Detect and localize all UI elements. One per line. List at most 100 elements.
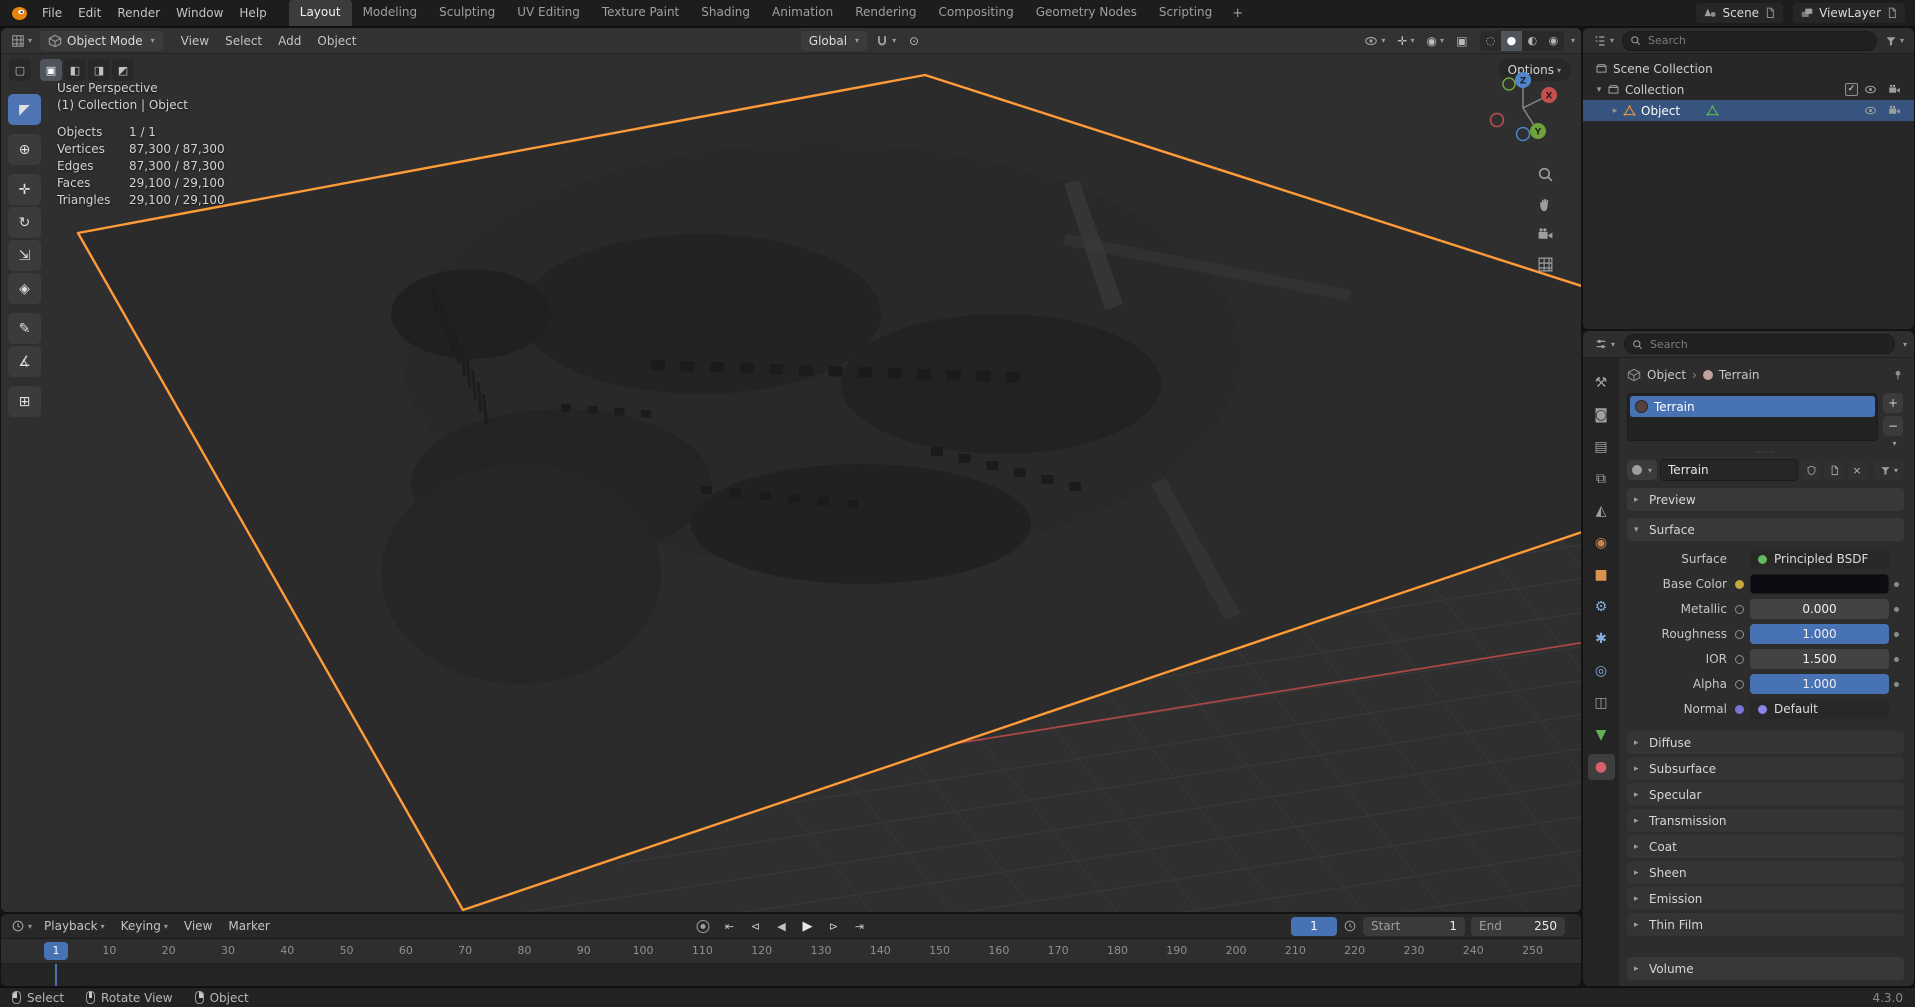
disable-render-camera-icon[interactable] xyxy=(1888,104,1901,117)
toggle-orthographic-icon[interactable] xyxy=(1537,256,1554,273)
proportional-editing-toggle[interactable]: ⊙ xyxy=(904,31,924,51)
timeline-menu-marker[interactable]: Marker xyxy=(220,919,277,933)
workspace-tab-shading[interactable]: Shading xyxy=(690,0,761,26)
outliner-search[interactable] xyxy=(1622,31,1877,51)
panel-emission[interactable]: ▸Emission xyxy=(1627,887,1904,910)
rotate-tool[interactable]: ↻ xyxy=(8,207,41,238)
pan-hand-icon[interactable] xyxy=(1537,196,1554,213)
panel-subsurface[interactable]: ▸Subsurface xyxy=(1627,757,1904,780)
chevron-down-icon[interactable]: ▾ xyxy=(1903,340,1907,349)
workspace-tab-rendering[interactable]: Rendering xyxy=(844,0,927,26)
axis-minus-z-handle[interactable] xyxy=(1517,128,1530,141)
fake-user-button[interactable] xyxy=(1801,460,1821,480)
remove-material-slot-button[interactable]: − xyxy=(1883,416,1903,436)
object-type-visibility-menu[interactable]: ▾ xyxy=(1360,32,1389,50)
select-mode-extend-button[interactable]: ◧ xyxy=(64,59,86,81)
frame-start-field[interactable]: Start 1 xyxy=(1363,917,1465,936)
viewport-menu-select[interactable]: Select xyxy=(217,34,270,48)
animate-decorator-icon[interactable] xyxy=(1889,657,1904,662)
animate-decorator-icon[interactable] xyxy=(1889,607,1904,612)
frame-end-field[interactable]: End 250 xyxy=(1471,917,1565,936)
workspace-tab-sculpting[interactable]: Sculpting xyxy=(428,0,506,26)
menu-edit[interactable]: Edit xyxy=(70,0,109,26)
select-mode-invert-button[interactable]: ◩ xyxy=(112,59,134,81)
editor-type-button[interactable]: ▾ xyxy=(1590,335,1619,353)
panel-surface[interactable]: ▾ Surface xyxy=(1627,518,1904,541)
viewport-menu-object[interactable]: Object xyxy=(309,34,364,48)
panel-diffuse[interactable]: ▸Diffuse xyxy=(1627,731,1904,754)
pin-icon[interactable] xyxy=(1892,369,1904,381)
properties-tab-render[interactable]: ◙ xyxy=(1588,402,1615,428)
outliner-row-scene-collection[interactable]: Scene Collection xyxy=(1583,58,1914,79)
workspace-tab-modeling[interactable]: Modeling xyxy=(352,0,429,26)
panel-coat[interactable]: ▸Coat xyxy=(1627,835,1904,858)
select-box-tool[interactable]: ◤ xyxy=(8,94,41,125)
properties-search[interactable] xyxy=(1624,334,1895,354)
navigation-gizmo[interactable]: Z X Y xyxy=(1481,66,1565,153)
breadcrumb-object[interactable]: Object xyxy=(1647,368,1686,382)
editor-type-button[interactable]: ▾ xyxy=(7,917,36,935)
gizmos-menu[interactable]: ✛ ▾ xyxy=(1393,32,1418,50)
viewlayer-selector[interactable]: ViewLayer xyxy=(1793,3,1905,23)
viewport-menu-view[interactable]: View xyxy=(173,34,217,48)
surface-field[interactable]: Principled BSDF xyxy=(1750,549,1889,569)
outliner-row-collection[interactable]: ▾ Collection ✓ xyxy=(1583,79,1914,100)
normal-field[interactable]: Default xyxy=(1750,699,1889,719)
transform-tool[interactable]: ◈ xyxy=(8,273,41,304)
add-cube-tool[interactable]: ⊞ xyxy=(8,386,41,417)
timeline-menu-playback[interactable]: Playback▾ xyxy=(36,919,113,933)
editor-type-button[interactable]: ▾ xyxy=(1589,32,1618,50)
animate-decorator-icon[interactable] xyxy=(1889,682,1904,687)
alpha-field[interactable]: 1.000 xyxy=(1750,674,1889,694)
list-resize-grip[interactable]: ⋯⋯ xyxy=(1627,449,1904,457)
panel-transmission[interactable]: ▸Transmission xyxy=(1627,809,1904,832)
properties-tab-material[interactable]: ● xyxy=(1588,754,1615,780)
axis-minus-x-handle[interactable] xyxy=(1491,114,1504,127)
panel-volume[interactable]: ▸ Volume xyxy=(1627,957,1904,980)
chevron-down-icon[interactable]: ▾ xyxy=(1591,85,1607,95)
hide-eye-icon[interactable] xyxy=(1864,83,1877,96)
workspace-tab-uv-editing[interactable]: UV Editing xyxy=(506,0,591,26)
measure-tool[interactable]: ∡ xyxy=(8,346,41,377)
panel-preview[interactable]: ▸ Preview xyxy=(1627,488,1904,511)
properties-tab-world[interactable]: ◉ xyxy=(1588,530,1615,556)
exclude-checkbox[interactable]: ✓ xyxy=(1845,83,1858,96)
menu-window[interactable]: Window xyxy=(168,0,231,26)
mode-dropdown[interactable]: Object Mode ▾ xyxy=(40,31,163,51)
roughness-field[interactable]: 1.000 xyxy=(1750,624,1889,644)
orientation-dropdown[interactable]: Global ▾ xyxy=(801,31,867,51)
add-workspace-button[interactable]: + xyxy=(1223,6,1252,21)
axis-minus-y-handle[interactable] xyxy=(1503,78,1515,90)
annotate-tool[interactable]: ✎ xyxy=(8,313,41,344)
metallic-field[interactable]: 0.000 xyxy=(1750,599,1889,619)
solid-shading-button[interactable]: ● xyxy=(1501,31,1522,51)
timeline-menu-keying[interactable]: Keying▾ xyxy=(113,919,176,933)
menu-help[interactable]: Help xyxy=(231,0,274,26)
select-mode-set-button[interactable]: ▣ xyxy=(40,59,62,81)
next-keyframe-button[interactable]: ⊳ xyxy=(822,917,846,936)
properties-tab-constraints[interactable]: ◫ xyxy=(1588,690,1615,716)
properties-tab-tool[interactable]: ⚒ xyxy=(1588,370,1615,396)
cursor-tool[interactable]: ⊕ xyxy=(8,134,41,165)
previous-keyframe-button[interactable]: ⊲ xyxy=(744,917,768,936)
outliner-row-object[interactable]: ▸ Object xyxy=(1583,100,1914,121)
tweak-mode-button[interactable]: ▢ xyxy=(9,59,31,81)
material-filter-button[interactable]: ▾ xyxy=(1874,460,1904,480)
menu-render[interactable]: Render xyxy=(109,0,168,26)
properties-tab-view-layer[interactable]: ⧉ xyxy=(1588,466,1615,492)
material-name-input[interactable] xyxy=(1660,459,1798,481)
new-material-button[interactable] xyxy=(1824,460,1844,480)
unlink-material-button[interactable]: × xyxy=(1847,460,1867,480)
outliner-search-input[interactable] xyxy=(1646,33,1869,48)
auto-keying-toggle[interactable] xyxy=(697,920,710,933)
workspace-tab-texture-paint[interactable]: Texture Paint xyxy=(591,0,690,26)
editor-type-button[interactable]: ▾ xyxy=(7,32,36,50)
browse-material-button[interactable]: ▾ xyxy=(1627,460,1657,480)
workspace-tab-layout[interactable]: Layout xyxy=(289,0,352,26)
properties-tab-data[interactable]: ▼ xyxy=(1588,722,1615,748)
workspace-tab-geometry-nodes[interactable]: Geometry Nodes xyxy=(1025,0,1148,26)
properties-tab-scene[interactable]: ◭ xyxy=(1588,498,1615,524)
camera-view-icon[interactable] xyxy=(1537,226,1554,243)
jump-to-end-button[interactable]: ⇥ xyxy=(848,917,872,936)
material-slots-list[interactable]: Terrain xyxy=(1627,393,1878,441)
